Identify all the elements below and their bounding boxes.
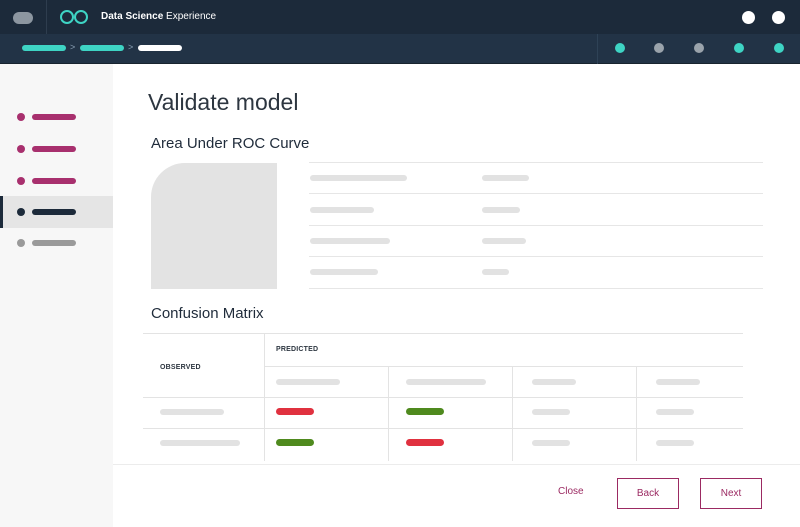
correct-cell-bar <box>406 408 444 415</box>
predicted-class-header <box>406 379 486 385</box>
sidebar-item-label <box>32 114 76 120</box>
metric-value-placeholder <box>482 238 526 244</box>
metric-value-placeholder <box>482 175 529 181</box>
matrix-rule <box>264 366 743 367</box>
metrics-divider <box>309 256 763 257</box>
observed-class-label <box>160 440 240 446</box>
metric-value-placeholder <box>482 207 520 213</box>
metrics-divider <box>309 162 763 163</box>
page-title: Validate model <box>148 89 299 115</box>
matrix-rule <box>512 366 513 461</box>
roc-chart-placeholder <box>151 163 277 289</box>
breadcrumb-item-1[interactable] <box>22 45 66 51</box>
metrics-divider <box>309 288 763 289</box>
sidebar-item-label <box>32 209 76 215</box>
sidebar-item-5[interactable] <box>0 227 113 259</box>
footer-divider <box>113 464 800 465</box>
incorrect-cell-bar <box>276 408 314 415</box>
predicted-class-header <box>656 379 700 385</box>
predicted-class-header <box>276 379 340 385</box>
sidebar-item-label <box>32 178 76 184</box>
matrix-cell-placeholder <box>656 440 694 446</box>
sidebar-item-status-icon <box>17 208 25 216</box>
app-title: Data Science Experience <box>101 11 216 22</box>
sidebar-item-status-icon <box>17 113 25 121</box>
step-dot-1[interactable] <box>615 43 625 53</box>
breadcrumb: > > <box>0 34 800 64</box>
breadcrumb-item-2[interactable] <box>80 45 124 51</box>
observed-class-label <box>160 409 224 415</box>
confusion-section-title: Confusion Matrix <box>151 305 264 322</box>
predicted-label: PREDICTED <box>276 346 319 353</box>
metric-value-placeholder <box>482 269 509 275</box>
sidebar-item-1[interactable] <box>0 101 113 133</box>
metric-label-placeholder <box>310 269 378 275</box>
matrix-rule <box>636 366 637 461</box>
roc-section-title: Area Under ROC Curve <box>151 135 310 152</box>
sidebar-item-3[interactable] <box>0 165 113 197</box>
back-button[interactable]: Back <box>617 478 679 509</box>
metric-label-placeholder <box>310 175 407 181</box>
metric-label-placeholder <box>310 238 390 244</box>
matrix-rule <box>143 397 743 398</box>
observed-label: OBSERVED <box>160 364 201 371</box>
next-button[interactable]: Next <box>700 478 762 509</box>
step-indicator-divider <box>597 34 598 64</box>
sidebar-item-status-icon <box>17 145 25 153</box>
predicted-class-header <box>532 379 576 385</box>
matrix-cell-placeholder <box>532 409 570 415</box>
top-bar-divider <box>46 0 47 34</box>
step-dot-5[interactable] <box>774 43 784 53</box>
step-dot-4[interactable] <box>734 43 744 53</box>
sidebar-item-status-icon <box>17 239 25 247</box>
correct-cell-bar <box>276 439 314 446</box>
sidebar-item-4-active[interactable] <box>0 196 113 228</box>
matrix-cell-placeholder <box>656 409 694 415</box>
metrics-divider <box>309 225 763 226</box>
top-bar: Data Science Experience <box>0 0 800 34</box>
step-dot-3[interactable] <box>694 43 704 53</box>
help-circle-icon[interactable] <box>772 11 785 24</box>
incorrect-cell-bar <box>406 439 444 446</box>
matrix-rule <box>143 333 743 334</box>
breadcrumb-separator-1: > <box>70 42 76 52</box>
step-dot-2[interactable] <box>654 43 664 53</box>
matrix-rule <box>143 428 743 429</box>
breadcrumb-separator-2: > <box>128 42 134 52</box>
sidebar-item-status-icon <box>17 177 25 185</box>
sidebar-item-label <box>32 240 76 246</box>
sidebar <box>0 64 113 527</box>
user-circle-icon[interactable] <box>742 11 755 24</box>
menu-toggle-icon[interactable] <box>13 12 33 24</box>
sidebar-item-label <box>32 146 76 152</box>
sidebar-item-2[interactable] <box>0 133 113 165</box>
breadcrumb-item-current <box>138 45 182 51</box>
matrix-cell-placeholder <box>532 440 570 446</box>
app-title-bold: Data Science <box>101 11 164 22</box>
matrix-rule <box>388 366 389 461</box>
infinity-logo-icon <box>60 10 88 24</box>
close-link[interactable]: Close <box>558 486 584 497</box>
app-title-rest: Experience <box>163 11 217 22</box>
metric-label-placeholder <box>310 207 374 213</box>
metrics-divider <box>309 193 763 194</box>
